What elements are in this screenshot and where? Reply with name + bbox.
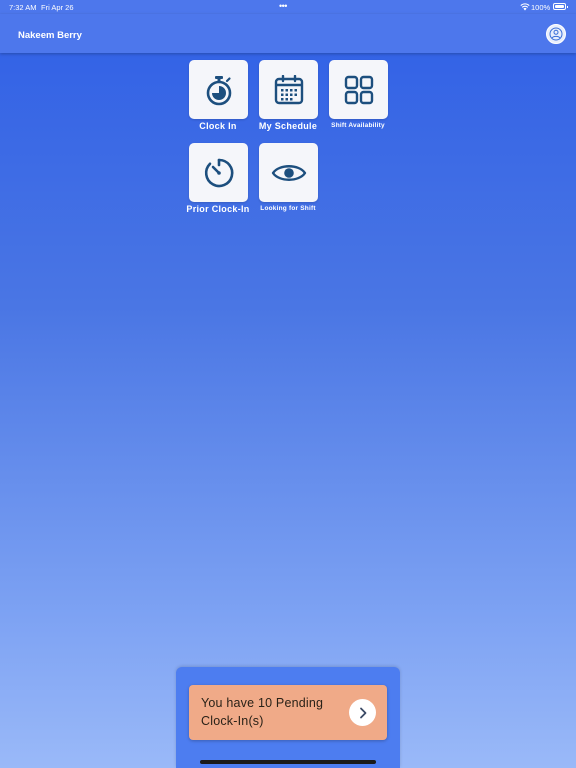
status-date: Fri Apr 26: [41, 3, 74, 12]
grid-icon: [344, 75, 373, 104]
calendar-icon: [274, 74, 303, 104]
clock-in-tile[interactable]: [189, 60, 248, 119]
person-circle-icon: [549, 27, 563, 41]
user-name: Nakeem Berry: [18, 30, 82, 41]
profile-button[interactable]: [546, 24, 566, 44]
eye-icon: [271, 164, 306, 181]
my-schedule-tile[interactable]: [259, 60, 318, 119]
shift-availability-tile[interactable]: [329, 60, 388, 119]
battery-percent: 100%: [531, 3, 551, 12]
shift-availability-label: Shift Availability: [331, 122, 385, 129]
looking-for-shift-label: Looking for Shift: [260, 205, 316, 212]
my-schedule-label: My Schedule: [258, 121, 318, 131]
looking-for-shift-tile[interactable]: [259, 143, 318, 202]
home-indicator[interactable]: [200, 760, 376, 764]
stopwatch-icon: [206, 75, 231, 105]
chevron-right-icon: [359, 707, 366, 718]
timer-icon: [204, 158, 233, 187]
pending-panel: You have 10 Pending Clock-In(s): [176, 667, 400, 768]
pending-message: You have 10 Pending Clock-In(s): [201, 696, 324, 728]
clock-in-label: Clock In: [199, 121, 237, 131]
wifi-icon: [520, 3, 530, 11]
battery-icon: [553, 3, 568, 10]
multitasking-dots-icon[interactable]: •••: [279, 1, 287, 11]
pending-clock-ins-card[interactable]: You have 10 Pending Clock-In(s): [189, 685, 387, 740]
header-bar: Nakeem Berry: [0, 14, 576, 53]
prior-clock-in-label: Prior Clock-In: [186, 204, 250, 214]
status-time: 7:32 AM: [9, 3, 37, 12]
status-bar: 7:32 AM Fri Apr 26 ••• 100%: [0, 0, 576, 14]
prior-clock-in-tile[interactable]: [189, 143, 248, 202]
pending-arrow-button[interactable]: [349, 699, 376, 726]
